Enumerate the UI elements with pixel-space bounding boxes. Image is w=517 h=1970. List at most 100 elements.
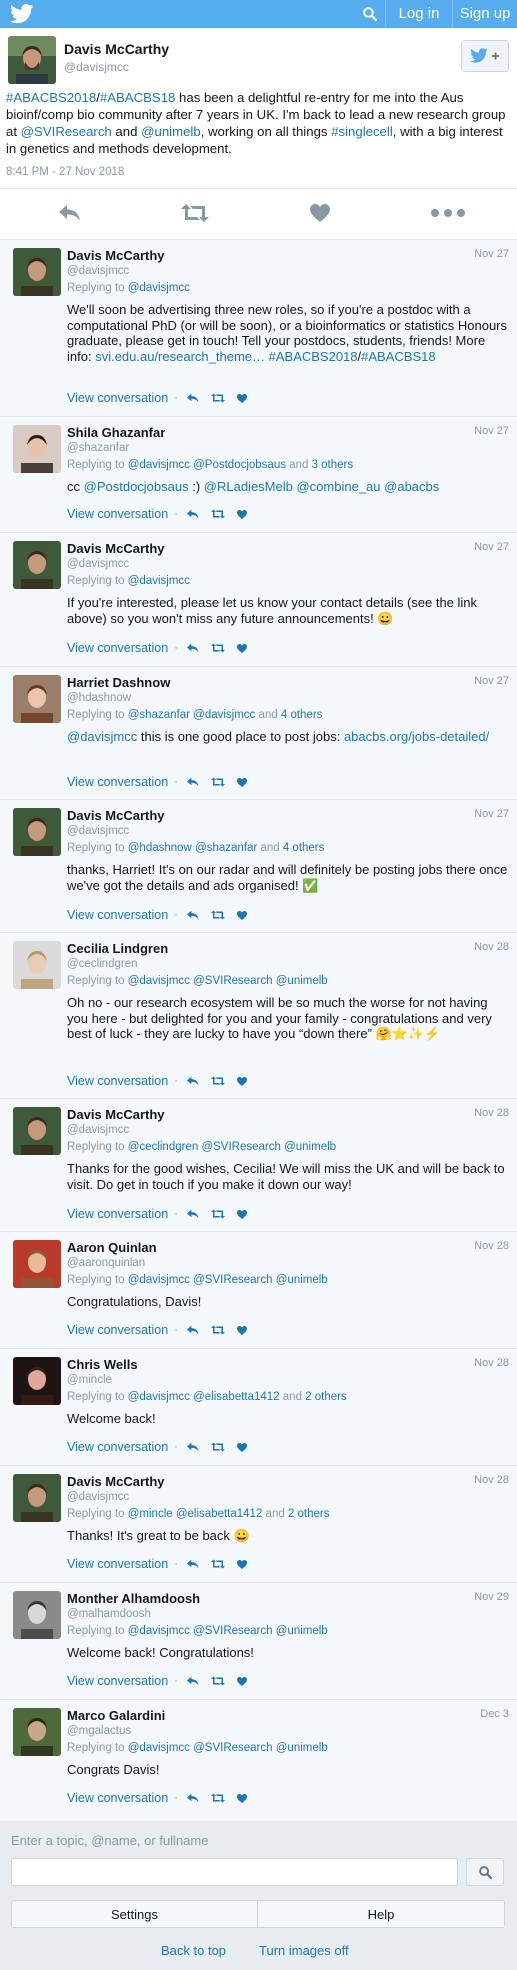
avatar[interactable] [13, 1107, 61, 1155]
retweet-button[interactable] [210, 1442, 225, 1452]
avatar[interactable] [13, 808, 61, 856]
search-button[interactable] [356, 0, 384, 28]
view-conversation-link[interactable]: View conversation [67, 1207, 168, 1221]
mention-link[interactable]: @elisabetta1412 [193, 1391, 280, 1403]
view-conversation-link[interactable]: View conversation [67, 775, 168, 789]
hashtag-link[interactable]: #singlecell [331, 124, 393, 139]
reply-button[interactable] [186, 509, 199, 519]
text-link[interactable]: 4 others [283, 842, 325, 854]
mention-link[interactable]: @mincle [128, 1508, 173, 1520]
retweet-button[interactable] [210, 1559, 225, 1569]
mention-link[interactable]: @unimelb [141, 124, 201, 139]
avatar[interactable] [13, 541, 61, 589]
reply-tweet[interactable]: Marco Galardini Dec 3 @mgalactus Replying t… [0, 1700, 517, 1822]
back-to-top-link[interactable]: Back to top [161, 1943, 226, 1958]
reply-tweet[interactable]: Davis McCarthy Nov 28 @davisjmcc Replying t… [0, 1466, 517, 1583]
author-name[interactable]: Chris Wells [67, 1357, 138, 1372]
mention-link[interactable]: @davisjmcc [128, 1742, 190, 1754]
reply-date[interactable]: Nov 28 [474, 1474, 509, 1486]
mention-link[interactable]: @SVIResearch [21, 124, 112, 139]
mention-link[interactable]: @Postdocjobsaus [193, 459, 286, 471]
view-conversation-link[interactable]: View conversation [67, 641, 168, 655]
mention-link[interactable]: @davisjmcc [128, 1391, 190, 1403]
retweet-button[interactable] [210, 777, 225, 787]
turn-images-off-link[interactable]: Turn images off [259, 1943, 349, 1958]
mention-link[interactable]: @elisabetta1412 [176, 1508, 263, 1520]
author-name[interactable]: Davis McCarthy [67, 1107, 165, 1122]
mention-link[interactable]: @unimelb [276, 975, 328, 987]
mention-link[interactable]: @SVIResearch [193, 975, 272, 987]
reply-date[interactable]: Nov 28 [474, 1357, 509, 1369]
avatar[interactable] [13, 941, 61, 989]
reply-button[interactable] [186, 393, 199, 403]
reply-button[interactable] [186, 1442, 199, 1452]
like-button[interactable] [236, 1793, 247, 1803]
hashtag-link[interactable]: #ABACBS18 [100, 90, 176, 105]
mention-link[interactable]: @unimelb [276, 1274, 328, 1286]
search-input[interactable] [11, 1858, 458, 1886]
reply-date[interactable]: Nov 28 [474, 941, 509, 953]
retweet-button[interactable] [210, 393, 225, 403]
retweet-button[interactable] [210, 509, 225, 519]
author-handle[interactable]: @hdashnow [67, 692, 131, 704]
avatar[interactable] [13, 1240, 61, 1288]
reply-tweet[interactable]: Aaron Quinlan Nov 28 @aaronquinlan Replying… [0, 1232, 517, 1349]
avatar[interactable] [13, 248, 61, 296]
avatar[interactable] [13, 1591, 61, 1639]
mention-link[interactable]: @SVIResearch [193, 1274, 272, 1286]
reply-date[interactable]: Nov 27 [474, 248, 509, 260]
author-name[interactable]: Davis McCarthy [67, 248, 165, 263]
retweet-button[interactable] [210, 910, 225, 920]
avatar[interactable] [13, 1357, 61, 1405]
like-button[interactable] [236, 1559, 247, 1569]
follow-button[interactable] [461, 40, 509, 72]
view-conversation-link[interactable]: View conversation [67, 507, 168, 521]
text-link[interactable]: svi.edu.au/research_theme… [95, 349, 265, 364]
author-handle[interactable]: @malhamdoosh [67, 1608, 151, 1620]
author-name[interactable]: Davis McCarthy [67, 808, 165, 823]
author-handle[interactable]: @davisjmcc [64, 60, 129, 74]
reply-tweet[interactable]: Davis McCarthy Nov 27 @davisjmcc Replying t… [0, 800, 517, 933]
reply-date[interactable]: Nov 27 [474, 808, 509, 820]
author-handle[interactable]: @davisjmcc [67, 825, 129, 837]
author-handle[interactable]: @davisjmcc [67, 558, 129, 570]
author-handle[interactable]: @mgalactus [67, 1725, 131, 1737]
view-conversation-link[interactable]: View conversation [67, 1557, 168, 1571]
retweet-button[interactable] [210, 1076, 225, 1086]
reply-tweet[interactable]: Davis McCarthy Nov 27 @davisjmcc Replying t… [0, 533, 517, 667]
reply-tweet[interactable]: Chris Wells Nov 28 @mincle Replying to @dav… [0, 1349, 517, 1466]
like-button[interactable] [236, 643, 247, 653]
view-conversation-link[interactable]: View conversation [67, 1440, 168, 1454]
hashtag-link[interactable]: #ABACBS18 [361, 349, 435, 364]
author-name[interactable]: Davis McCarthy [64, 41, 169, 57]
mention-link[interactable]: @davisjmcc [128, 459, 190, 471]
reply-date[interactable]: Nov 29 [474, 1591, 509, 1603]
mention-link[interactable]: @hdashnow [128, 842, 192, 854]
mention-link[interactable]: @combine_au [296, 479, 380, 494]
reply-tweet[interactable]: Cecilia Lindgren Nov 28 @ceclindgren Replyi… [0, 933, 517, 1099]
mention-link[interactable]: @SVIResearch [193, 1625, 272, 1637]
reply-tweet[interactable]: Monther Alhamdoosh Nov 29 @malhamdoosh Repl… [0, 1583, 517, 1700]
tweet-timestamp[interactable]: 8:41 PM - 27 Nov 2018 [6, 166, 124, 178]
like-button[interactable] [236, 1442, 247, 1452]
like-button[interactable] [236, 910, 247, 920]
login-link[interactable]: Log in [386, 0, 452, 28]
reply-button[interactable] [186, 910, 199, 920]
mention-link[interactable]: @SVIResearch [201, 1141, 280, 1153]
avatar[interactable] [13, 1474, 61, 1522]
like-button[interactable] [236, 1076, 247, 1086]
view-conversation-link[interactable]: View conversation [67, 391, 168, 405]
like-button[interactable] [236, 1325, 247, 1335]
reply-button[interactable] [186, 1559, 199, 1569]
retweet-button[interactable] [177, 201, 213, 225]
search-submit-button[interactable] [466, 1858, 504, 1886]
like-button[interactable] [236, 1209, 247, 1219]
reply-button[interactable] [186, 1676, 199, 1686]
mention-link[interactable]: @RLadiesMelb [204, 479, 293, 494]
avatar[interactable] [13, 425, 61, 473]
twitter-bird-icon[interactable] [9, 4, 34, 24]
reply-button[interactable] [186, 777, 199, 787]
text-link[interactable]: abacbs.org/jobs-detailed/ [344, 729, 489, 744]
reply-button[interactable] [186, 643, 199, 653]
mention-link[interactable]: @unimelb [276, 1625, 328, 1637]
